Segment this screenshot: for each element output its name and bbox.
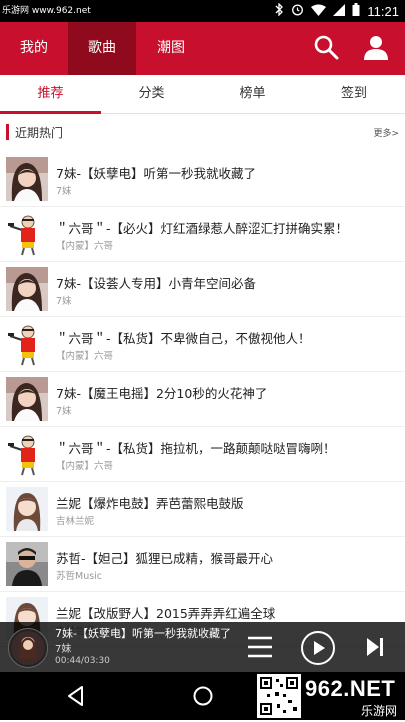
- song-thumbnail[interactable]: [6, 432, 48, 476]
- song-title: 苏哲-【妲己】狐狸已成精，猴哥最开心: [56, 551, 274, 566]
- top-nav: 我的 歌曲 潮图: [0, 22, 405, 75]
- song-thumbnail[interactable]: [6, 322, 48, 366]
- song-list-item[interactable]: ＂六哥＂-【私货】拖拉机，一路颠颠哒哒冒嗨咧！ 【内蒙】六哥: [0, 427, 405, 482]
- tab-trend-images[interactable]: 潮图: [136, 22, 206, 75]
- song-artist: 苏哲Music: [56, 571, 103, 582]
- song-list-item[interactable]: ＂六哥＂-【必火】灯红酒绿惹人醉涩汇打拼确实累！ 【内蒙】六哥: [0, 207, 405, 262]
- song-artist: 吉林兰妮: [56, 516, 95, 527]
- song-list-item[interactable]: 7妹-【设荟人专用】小青年空间必备 7妹: [0, 262, 405, 317]
- playlist-icon[interactable]: [246, 634, 274, 664]
- signal-icon: [333, 3, 346, 19]
- user-profile-icon[interactable]: [362, 33, 390, 65]
- status-watermark: 乐游网 www.962.net: [2, 6, 91, 16]
- song-thumbnail[interactable]: [6, 157, 48, 201]
- song-thumbnail[interactable]: [6, 542, 48, 586]
- tab-songs[interactable]: 歌曲: [68, 22, 136, 75]
- bluetooth-icon: [274, 2, 284, 19]
- song-title: ＂六哥＂-【私货】不卑微自己，不傲视他人！: [56, 331, 311, 346]
- song-artist: 7妹: [56, 296, 72, 307]
- song-thumbnail[interactable]: [6, 487, 48, 531]
- player-artist: 7妹: [55, 644, 72, 655]
- subtab-category[interactable]: 分类: [101, 75, 202, 113]
- song-title: 7妹-【设荟人专用】小青年空间必备: [56, 276, 256, 291]
- play-button[interactable]: [300, 630, 336, 670]
- more-link[interactable]: 更多>: [373, 126, 399, 139]
- watermark-sub: 乐游网: [361, 704, 398, 718]
- section-title: 近期热门: [15, 126, 64, 140]
- song-thumbnail[interactable]: [6, 212, 48, 256]
- song-list: 7妹-【妖孽电】听第一秒我就收藏了 7妹 ＂六哥＂-【必火】灯红酒绿惹人醉涩汇打拼确…: [0, 152, 405, 647]
- song-title: ＂六哥＂-【私货】拖拉机，一路颠颠哒哒冒嗨咧！: [56, 441, 336, 456]
- song-title: ＂六哥＂-【必火】灯红酒绿惹人醉涩汇打拼确实累！: [56, 221, 349, 236]
- home-icon[interactable]: [191, 684, 215, 712]
- next-track-icon[interactable]: [364, 635, 386, 663]
- song-title: 7妹-【妖孽电】听第一秒我就收藏了: [56, 166, 256, 181]
- status-bar: 乐游网 www.962.net 11:21: [0, 0, 405, 22]
- player-song-title: 7妹-【妖孽电】听第一秒我就收藏了: [55, 627, 231, 640]
- song-list-item[interactable]: 7妹-【妖孽电】听第一秒我就收藏了 7妹: [0, 152, 405, 207]
- tab-mine[interactable]: 我的: [0, 22, 68, 75]
- song-title: 7妹-【魔王电摇】2分10秒的火花神了: [56, 386, 268, 401]
- mini-player[interactable]: 7妹-【妖孽电】听第一秒我就收藏了 7妹 00:44/03:30: [0, 622, 405, 672]
- song-title: 兰妮【改版野人】2015弄弄弄红遍全球: [56, 606, 276, 621]
- song-artist: 【内蒙】六哥: [56, 351, 114, 362]
- subtab-charts[interactable]: 榜单: [202, 75, 303, 113]
- song-title: 兰妮【爆炸电鼓】弄芭蕾熙电鼓版: [56, 496, 244, 511]
- qr-code: [257, 674, 301, 718]
- song-thumbnail[interactable]: [6, 267, 48, 311]
- player-time: 00:44/03:30: [55, 656, 110, 666]
- song-artist: 7妹: [56, 186, 72, 197]
- site-watermark: 962.NET 乐游网: [257, 672, 405, 720]
- search-icon[interactable]: [312, 33, 340, 65]
- song-artist: 7妹: [56, 406, 72, 417]
- subtab-checkin[interactable]: 签到: [303, 75, 405, 113]
- song-list-item[interactable]: 7妹-【魔王电摇】2分10秒的火花神了 7妹: [0, 372, 405, 427]
- song-list-item[interactable]: 苏哲-【妲己】狐狸已成精，猴哥最开心苏哲Music: [0, 537, 405, 592]
- alarm-icon: [291, 3, 304, 19]
- section-header: 近期热门 更多>: [0, 120, 405, 144]
- song-thumbnail[interactable]: [6, 377, 48, 421]
- song-list-item[interactable]: 兰妮【爆炸电鼓】弄芭蕾熙电鼓版吉林兰妮: [0, 482, 405, 537]
- status-time: 11:21: [367, 3, 399, 19]
- song-artist: 【内蒙】六哥: [56, 241, 114, 252]
- status-icons: 11:21: [274, 2, 399, 19]
- sub-tabs: 推荐 分类 榜单 签到: [0, 75, 405, 114]
- wifi-icon: [311, 4, 327, 19]
- battery-icon: [352, 3, 360, 19]
- subtab-recommend[interactable]: 推荐: [0, 75, 101, 114]
- watermark-logo-text: 962.NET: [305, 676, 396, 701]
- section-accent-bar: [6, 124, 9, 140]
- song-list-item[interactable]: ＂六哥＂-【私货】不卑微自己，不傲视他人！ 【内蒙】六哥: [0, 317, 405, 372]
- song-artist: 【内蒙】六哥: [56, 461, 114, 472]
- back-icon[interactable]: [64, 684, 88, 712]
- album-art-disc[interactable]: [8, 628, 48, 668]
